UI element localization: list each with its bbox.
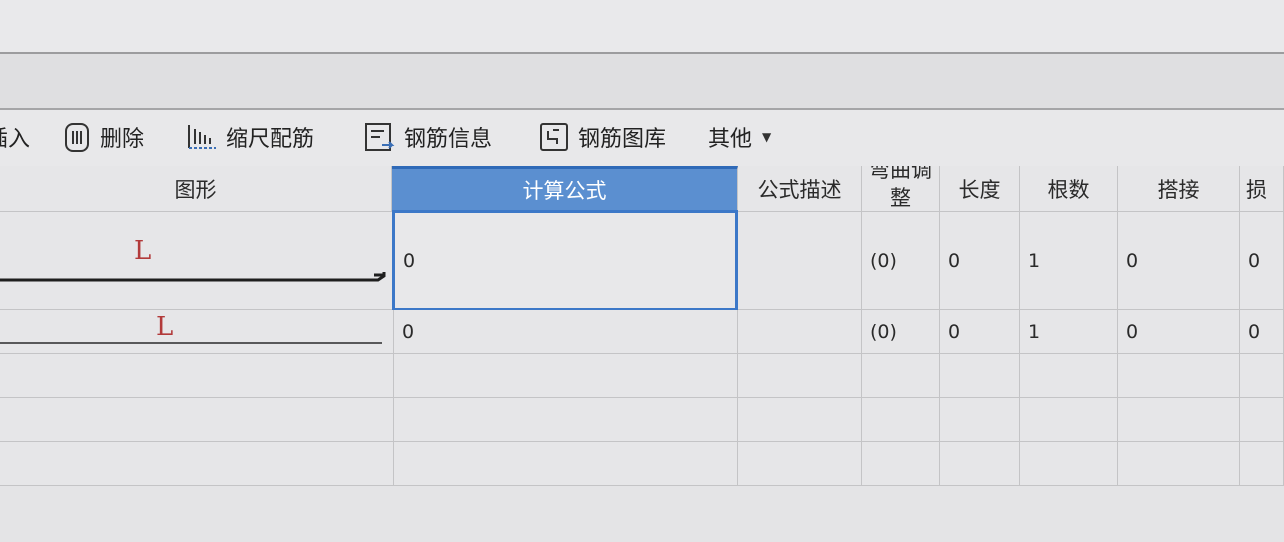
table-row-4-length[interactable] [940,398,1020,442]
table-row-1-length[interactable]: 0 [940,212,1020,310]
rebar-library-label: 钢筋图库 [578,127,667,152]
header-bend-adjust[interactable]: 弯曲调 整 [862,166,940,212]
length-value: 0 [948,320,961,343]
table-row-3-lap[interactable] [1118,354,1240,398]
top-panel [0,0,1284,52]
loss-value: 0 [1248,320,1261,343]
document-info-icon [365,123,395,151]
bend-adjust-value: (0) [870,320,897,343]
table-row-2-lap[interactable]: 0 [1118,310,1240,354]
formula-value: 0 [403,249,416,272]
table-row-2-length[interactable]: 0 [940,310,1020,354]
other-label: 其他 [708,127,753,152]
table-row-3-bend-adjust[interactable] [862,354,940,398]
table-row-5-lap[interactable] [1118,442,1240,486]
table-row-1-bend-adjust[interactable]: (0) [862,212,940,310]
table-row-2-shape[interactable]: L [0,310,394,354]
table-row-1-count[interactable]: 1 [1020,212,1118,310]
table-row-4-lap[interactable] [1118,398,1240,442]
lap-value: 0 [1126,320,1139,343]
insert-label: 插入 [0,127,31,152]
header-bend-adjust-line1: 弯曲调 [869,166,932,182]
scale-rebar-label: 缩尺配筋 [226,127,315,152]
table-row-5-loss[interactable] [1240,442,1284,486]
table-row-5-length[interactable] [940,442,1020,486]
table-row-3-formula-desc[interactable] [738,354,862,398]
mid-panel [0,54,1284,108]
loss-value: 0 [1248,249,1261,272]
trash-icon [65,123,89,152]
table-row-4-formula[interactable] [394,398,738,442]
count-value: 1 [1028,320,1041,343]
table-row-5-count[interactable] [1020,442,1118,486]
table-row-4-loss[interactable] [1240,398,1284,442]
delete-button[interactable]: 删除 [62,120,144,154]
bend-adjust-value: (0) [870,249,897,272]
formula-value: 0 [402,320,415,343]
header-count-label: 根数 [1047,177,1090,202]
table-row-3-shape[interactable] [0,354,394,398]
header-lap-label: 搭接 [1157,177,1200,202]
table-row-3-formula[interactable] [394,354,738,398]
table-row-5-formula-desc[interactable] [738,442,862,486]
header-formula-label: 计算公式 [522,179,607,203]
table-row-3-length[interactable] [940,354,1020,398]
table-row-1-loss[interactable]: 0 [1240,212,1284,310]
table-row-1-shape[interactable]: L [0,212,394,310]
table-row-5-formula[interactable] [394,442,738,486]
table-row-5-bend-adjust[interactable] [862,442,940,486]
header-shape[interactable]: 图形 [0,166,392,212]
rebar-library-button[interactable]: 钢筋图库 [538,120,666,154]
scale-bars-icon [188,125,216,149]
length-value: 0 [948,249,961,272]
table-row-5-shape[interactable] [0,442,394,486]
table-row-4-formula-desc[interactable] [738,398,862,442]
rebar-info-button[interactable]: 钢筋信息 [364,120,492,154]
chevron-down-icon: ▼ [762,130,772,144]
rebar-info-label: 钢筋信息 [404,127,493,152]
header-length-label: 长度 [958,177,1001,202]
header-count[interactable]: 根数 [1020,166,1118,212]
header-lap[interactable]: 搭接 [1118,166,1240,212]
table-row-3-loss[interactable] [1240,354,1284,398]
header-length[interactable]: 长度 [940,166,1020,212]
header-formula-desc[interactable]: 公式描述 [738,166,862,212]
table-row-1-formula-desc[interactable] [738,212,862,310]
rebar-straight-shape-icon [0,342,382,344]
header-bend-adjust-line2: 整 [890,186,911,210]
table-row-4-shape[interactable] [0,398,394,442]
other-menu-button[interactable]: 其他 ▼ [708,120,771,154]
delete-label: 删除 [100,127,145,152]
table-row-2-loss[interactable]: 0 [1240,310,1284,354]
table-row-2-count[interactable]: 1 [1020,310,1118,354]
table-row-4-bend-adjust[interactable] [862,398,940,442]
table-row-4-count[interactable] [1020,398,1118,442]
header-formula-desc-label: 公式描述 [757,177,842,202]
scale-rebar-button[interactable]: 缩尺配筋 [186,120,314,154]
shape-library-icon [540,123,568,151]
rebar-hook-shape-icon [0,272,386,282]
table-empty-area [0,486,1284,542]
lap-value: 0 [1126,249,1139,272]
table-row-1-lap[interactable]: 0 [1118,212,1240,310]
shape-label: L [134,236,152,266]
table-row-2-bend-adjust[interactable]: (0) [862,310,940,354]
table-row-2-formula[interactable]: 0 [394,310,738,354]
table-row-1-formula[interactable]: 0 [392,210,738,311]
table-row-3-count[interactable] [1020,354,1118,398]
header-formula[interactable]: 计算公式 [392,166,738,212]
toolbar: 插入 删除 缩尺配筋 钢筋信息 [0,110,1284,166]
header-loss-label: 损 [1246,177,1267,202]
header-shape-label: 图形 [174,177,217,202]
insert-button[interactable]: 插入 [0,120,30,154]
count-value: 1 [1028,249,1041,272]
table-row-2-formula-desc[interactable] [738,310,862,354]
header-loss[interactable]: 损 [1240,166,1284,212]
shape-label: L [156,312,174,342]
